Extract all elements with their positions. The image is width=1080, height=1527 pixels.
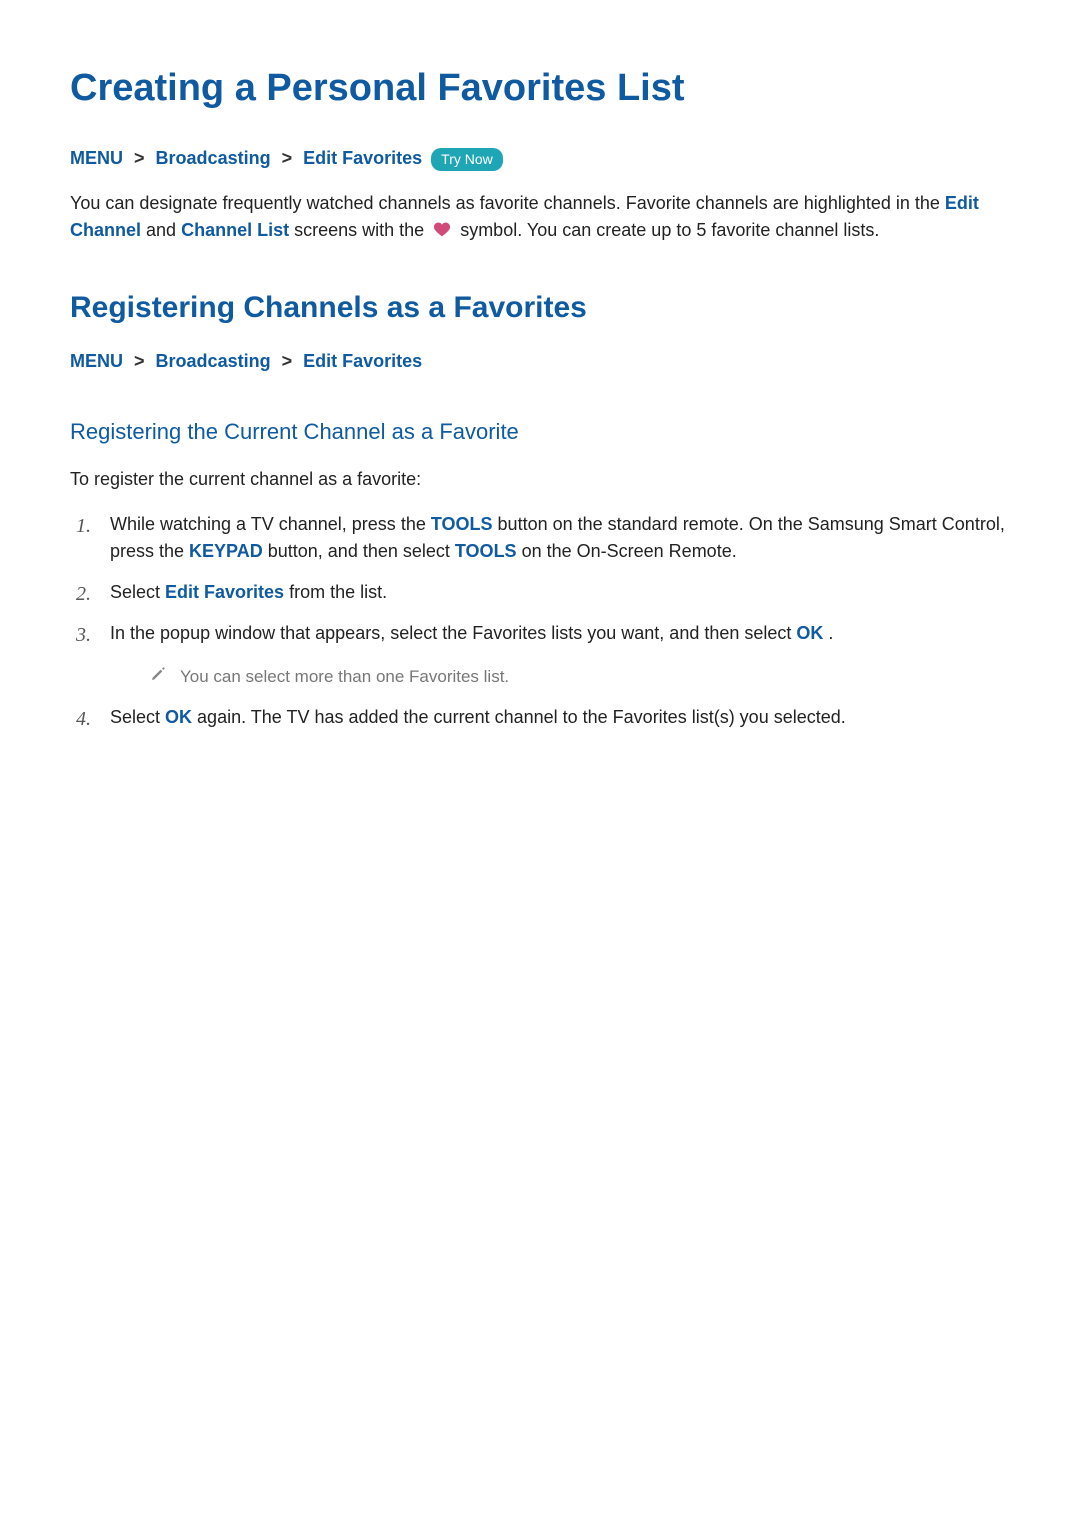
chevron-right-icon: >: [134, 148, 145, 168]
section-title: Registering Channels as a Favorites: [70, 285, 1010, 330]
chevron-right-icon: >: [282, 351, 293, 371]
breadcrumb-broadcasting: Broadcasting: [156, 148, 271, 168]
step-3: In the popup window that appears, select…: [70, 620, 1010, 690]
keypad-label: KEYPAD: [189, 541, 263, 561]
breadcrumb-edit-favorites: Edit Favorites: [303, 148, 422, 168]
step-4: Select OK again. The TV has added the cu…: [70, 704, 1010, 731]
intro-paragraph: You can designate frequently watched cha…: [70, 190, 1010, 245]
step-2: Select Edit Favorites from the list.: [70, 579, 1010, 606]
subsection-title: Registering the Current Channel as a Fav…: [70, 415, 1010, 448]
breadcrumb-1: MENU > Broadcasting > Edit Favorites Try…: [70, 145, 1010, 172]
chevron-right-icon: >: [282, 148, 293, 168]
ok-label: OK: [165, 707, 192, 727]
pencil-icon: [150, 663, 166, 690]
breadcrumb-2: MENU > Broadcasting > Edit Favorites: [70, 348, 1010, 375]
heart-icon: [433, 218, 451, 245]
try-now-badge[interactable]: Try Now: [431, 148, 503, 171]
step-1: While watching a TV channel, press the T…: [70, 511, 1010, 565]
note-row: You can select more than one Favorites l…: [150, 663, 1010, 690]
chevron-right-icon: >: [134, 351, 145, 371]
steps-list: While watching a TV channel, press the T…: [70, 511, 1010, 731]
lead-text: To register the current channel as a fav…: [70, 466, 1010, 493]
tools-label: TOOLS: [431, 514, 493, 534]
breadcrumb-menu: MENU: [70, 148, 123, 168]
page-title: Creating a Personal Favorites List: [70, 60, 1010, 117]
ok-label: OK: [796, 623, 823, 643]
breadcrumb-broadcasting: Broadcasting: [156, 351, 271, 371]
breadcrumb-menu: MENU: [70, 351, 123, 371]
edit-favorites-label: Edit Favorites: [165, 582, 284, 602]
breadcrumb-edit-favorites: Edit Favorites: [303, 351, 422, 371]
channel-list-link: Channel List: [181, 220, 289, 240]
note-text: You can select more than one Favorites l…: [180, 664, 509, 690]
tools-label: TOOLS: [455, 541, 517, 561]
